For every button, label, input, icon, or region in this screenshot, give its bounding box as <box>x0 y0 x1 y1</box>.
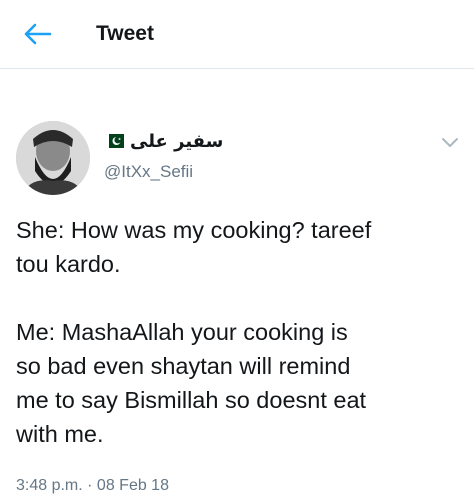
author-handle[interactable]: @ItXx_Sefii <box>104 162 193 182</box>
back-button[interactable] <box>20 21 54 47</box>
page-title: Tweet <box>96 22 154 45</box>
top-app-bar: Tweet <box>0 0 474 69</box>
tweet-text: She: How was my cooking? tareef tou kard… <box>16 217 372 447</box>
user-avatar <box>16 121 90 195</box>
author-display-name[interactable]: سفیر علی <box>130 131 223 152</box>
tweet-menu-button[interactable] <box>440 136 460 150</box>
arrow-left-icon <box>24 23 52 45</box>
tweet-timestamp[interactable]: 3:48 p.m. · 08 Feb 18 <box>16 477 169 495</box>
chevron-down-icon <box>442 138 458 147</box>
author-name-row: سفیر علی <box>104 128 223 154</box>
pakistan-flag-icon <box>104 134 124 148</box>
avatar[interactable] <box>16 121 90 195</box>
